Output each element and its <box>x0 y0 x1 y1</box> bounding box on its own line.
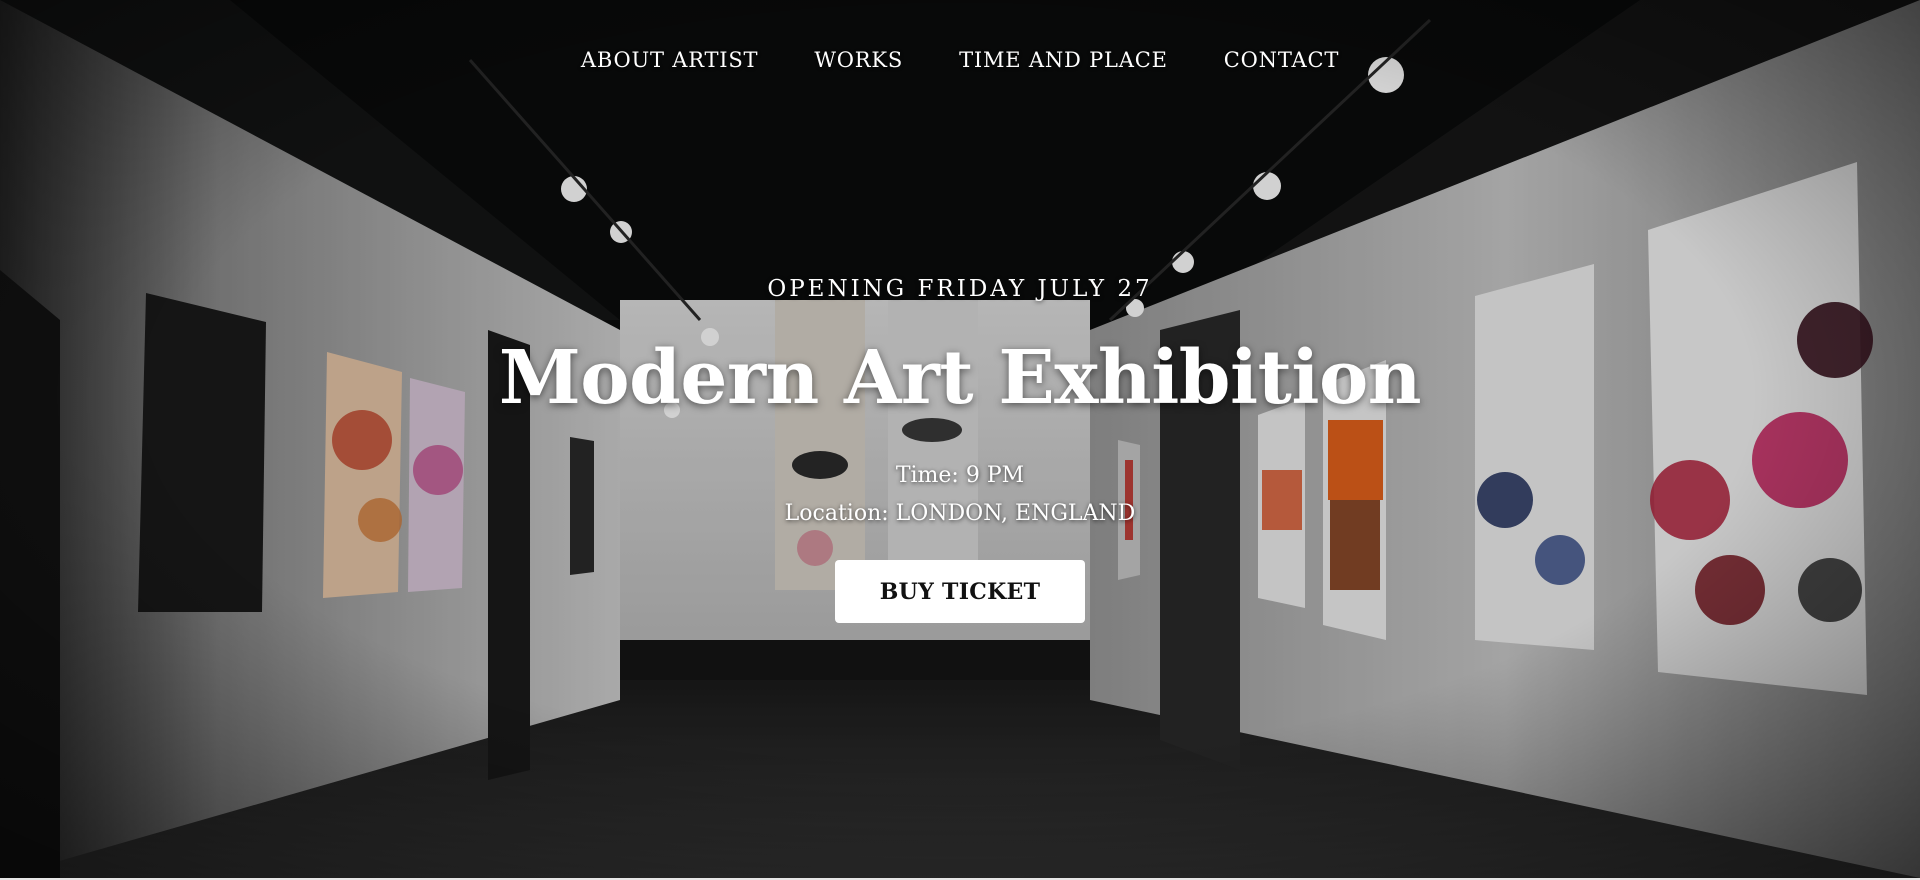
buy-ticket-button[interactable]: BUY TICKET <box>835 560 1085 623</box>
page-title: Modern Art Exhibition <box>498 335 1422 421</box>
hero-section: ABOUT ARTIST WORKS TIME AND PLACE CONTAC… <box>0 0 1920 878</box>
hero-content: OPENING FRIDAY JULY 27 Modern Art Exhibi… <box>0 0 1920 878</box>
event-time: Time: 9 PM <box>895 463 1025 488</box>
event-location: Location: LONDON, ENGLAND <box>784 501 1136 526</box>
opening-date: OPENING FRIDAY JULY 27 <box>767 276 1153 302</box>
